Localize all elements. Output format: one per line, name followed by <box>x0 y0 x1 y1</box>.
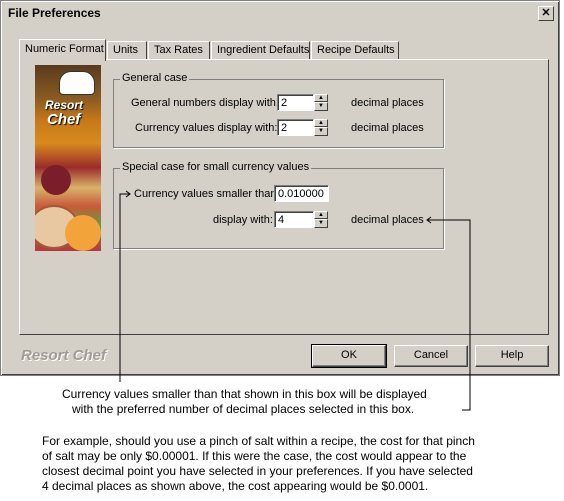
example-text-line3: closest decimal point you have selected … <box>42 464 473 478</box>
callout-line-left <box>119 193 130 382</box>
example-text-line2: of salt may be only $0.00001. If this we… <box>42 449 467 463</box>
tab-label: Numeric Format <box>25 43 104 55</box>
callout-line-right <box>427 219 471 411</box>
tab-numeric-format[interactable]: Numeric Format <box>19 39 106 61</box>
callout-text-line1: Currency values smaller than that shown … <box>62 387 427 401</box>
callout-arrows <box>119 190 471 411</box>
example-text-line4: 4 decimal places as shown above, the cos… <box>42 479 429 493</box>
example-text-line1: For example, should you use a pinch of s… <box>42 434 475 448</box>
callout-text-line2: with the preferred number of decimal pla… <box>72 402 415 416</box>
